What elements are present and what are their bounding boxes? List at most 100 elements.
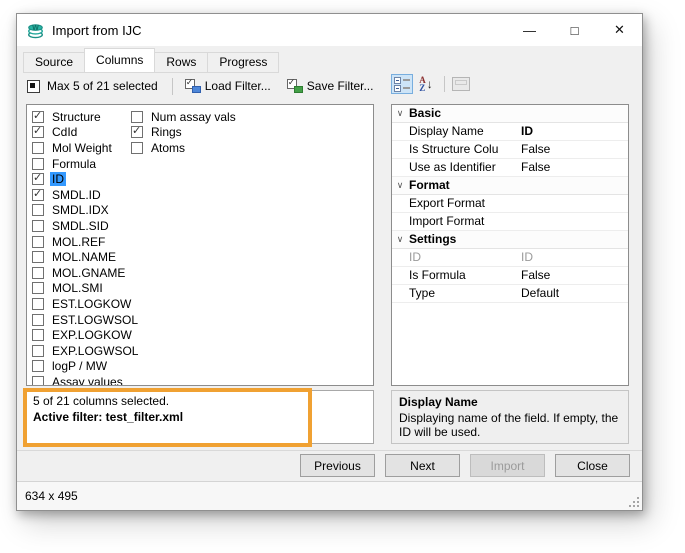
save-filter-button[interactable]: Save Filter... bbox=[284, 77, 377, 95]
column-list-item[interactable]: Atoms bbox=[131, 140, 238, 156]
unchecked-checkbox-icon[interactable] bbox=[32, 298, 44, 310]
property-row[interactable]: Is Structure ColuFalse bbox=[392, 141, 628, 159]
unchecked-checkbox-icon[interactable] bbox=[32, 236, 44, 248]
title-bar[interactable]: W Import from IJC — □ ✕ bbox=[17, 14, 642, 46]
column-item-label[interactable]: Formula bbox=[50, 157, 98, 171]
column-item-label[interactable]: EST.LOGKOW bbox=[50, 297, 133, 311]
unchecked-checkbox-icon[interactable] bbox=[32, 329, 44, 341]
column-item-label[interactable]: CdId bbox=[50, 125, 79, 139]
column-item-label[interactable]: MOL.NAME bbox=[50, 250, 118, 264]
column-item-label[interactable]: Structure bbox=[50, 110, 103, 124]
collapse-chevron-icon[interactable]: ∨ bbox=[392, 177, 408, 194]
column-list-item[interactable]: Rings bbox=[131, 125, 238, 141]
checked-checkbox-icon[interactable] bbox=[32, 126, 44, 138]
column-list-item[interactable]: Formula bbox=[32, 156, 140, 172]
tab-rows[interactable]: Rows bbox=[154, 52, 208, 73]
column-list-item[interactable]: EXP.LOGWSOL bbox=[32, 343, 140, 359]
column-list-item[interactable]: MOL.GNAME bbox=[32, 265, 140, 281]
tab-progress[interactable]: Progress bbox=[207, 52, 279, 73]
unchecked-checkbox-icon[interactable] bbox=[32, 314, 44, 326]
column-list-item[interactable]: CdId bbox=[32, 125, 140, 141]
checked-checkbox-icon[interactable] bbox=[32, 173, 44, 185]
column-item-label[interactable]: SMDL.SID bbox=[50, 219, 111, 233]
column-item-label[interactable]: ID bbox=[50, 172, 66, 186]
column-list-item[interactable]: EST.LOGKOW bbox=[32, 296, 140, 312]
unchecked-checkbox-icon[interactable] bbox=[32, 267, 44, 279]
minimize-icon[interactable]: — bbox=[507, 14, 552, 46]
sort-alphabetical-icon[interactable]: AZ ↓ bbox=[415, 74, 437, 94]
resize-grip[interactable] bbox=[629, 497, 639, 507]
unchecked-checkbox-icon[interactable] bbox=[131, 142, 143, 154]
load-filter-button[interactable]: Load Filter... bbox=[182, 77, 274, 95]
property-group-format[interactable]: ∨Format bbox=[392, 177, 628, 195]
property-value[interactable] bbox=[519, 195, 628, 212]
column-item-label[interactable]: EXP.LOGWSOL bbox=[50, 344, 140, 358]
unchecked-checkbox-icon[interactable] bbox=[32, 204, 44, 216]
property-value[interactable]: Default bbox=[519, 285, 628, 302]
column-item-label[interactable]: EST.LOGWSOL bbox=[50, 313, 140, 327]
close-icon[interactable]: ✕ bbox=[597, 14, 642, 46]
property-value[interactable]: False bbox=[519, 267, 628, 284]
column-item-label[interactable]: logP / MW bbox=[50, 359, 109, 373]
tab-source[interactable]: Source bbox=[23, 52, 85, 73]
property-value[interactable]: ID bbox=[519, 249, 628, 266]
close-button[interactable]: Close bbox=[555, 454, 630, 477]
column-list-item[interactable]: SMDL.SID bbox=[32, 218, 140, 234]
categorized-view-icon[interactable] bbox=[391, 74, 413, 94]
property-row[interactable]: Display NameID bbox=[392, 123, 628, 141]
column-item-label[interactable]: Assay values bbox=[50, 375, 125, 386]
column-item-label[interactable]: MOL.GNAME bbox=[50, 266, 127, 280]
maximize-icon[interactable]: □ bbox=[552, 14, 597, 46]
unchecked-checkbox-icon[interactable] bbox=[32, 345, 44, 357]
column-list-item[interactable]: logP / MW bbox=[32, 359, 140, 375]
column-list-item[interactable]: Structure bbox=[32, 109, 140, 125]
column-item-label[interactable]: Num assay vals bbox=[149, 110, 238, 124]
column-item-label[interactable]: SMDL.IDX bbox=[50, 203, 111, 217]
collapse-chevron-icon[interactable]: ∨ bbox=[392, 105, 408, 122]
column-list-item[interactable]: MOL.NAME bbox=[32, 249, 140, 265]
unchecked-checkbox-icon[interactable] bbox=[32, 220, 44, 232]
checked-checkbox-icon[interactable] bbox=[131, 126, 143, 138]
column-item-label[interactable]: MOL.SMI bbox=[50, 281, 105, 295]
property-row[interactable]: Is FormulaFalse bbox=[392, 267, 628, 285]
property-group-basic[interactable]: ∨Basic bbox=[392, 105, 628, 123]
property-sheet[interactable]: ∨BasicDisplay NameIDIs Structure ColuFal… bbox=[391, 104, 629, 386]
checked-checkbox-icon[interactable] bbox=[32, 189, 44, 201]
unchecked-checkbox-icon[interactable] bbox=[32, 142, 44, 154]
property-row[interactable]: Export Format bbox=[392, 195, 628, 213]
unchecked-checkbox-icon[interactable] bbox=[131, 111, 143, 123]
property-group-settings[interactable]: ∨Settings bbox=[392, 231, 628, 249]
property-row[interactable]: Use as IdentifierFalse bbox=[392, 159, 628, 177]
unchecked-checkbox-icon[interactable] bbox=[32, 376, 44, 386]
column-list-item[interactable]: Num assay vals bbox=[131, 109, 238, 125]
column-list-item[interactable]: MOL.REF bbox=[32, 234, 140, 250]
column-list-item[interactable]: SMDL.IDX bbox=[32, 203, 140, 219]
property-row[interactable]: TypeDefault bbox=[392, 285, 628, 303]
property-value[interactable]: False bbox=[519, 141, 628, 158]
unchecked-checkbox-icon[interactable] bbox=[32, 158, 44, 170]
columns-list-panel[interactable]: StructureCdIdMol WeightFormulaIDSMDL.IDS… bbox=[26, 104, 374, 386]
property-row[interactable]: IDID bbox=[392, 249, 628, 267]
property-row[interactable]: Import Format bbox=[392, 213, 628, 231]
column-list-item[interactable]: SMDL.ID bbox=[32, 187, 140, 203]
column-item-label[interactable]: Atoms bbox=[149, 141, 187, 155]
column-item-label[interactable]: MOL.REF bbox=[50, 235, 107, 249]
column-list-item[interactable]: EXP.LOGKOW bbox=[32, 327, 140, 343]
property-value[interactable] bbox=[519, 213, 628, 230]
column-list-item[interactable]: MOL.SMI bbox=[32, 281, 140, 297]
column-list-item[interactable]: EST.LOGWSOL bbox=[32, 312, 140, 328]
column-item-label[interactable]: Rings bbox=[149, 125, 184, 139]
previous-button[interactable]: Previous bbox=[300, 454, 375, 477]
property-value[interactable]: ID bbox=[519, 123, 628, 140]
unchecked-checkbox-icon[interactable] bbox=[32, 251, 44, 263]
unchecked-checkbox-icon[interactable] bbox=[32, 360, 44, 372]
next-button[interactable]: Next bbox=[385, 454, 460, 477]
column-item-label[interactable]: SMDL.ID bbox=[50, 188, 103, 202]
max-selected-checkbox-icon[interactable] bbox=[27, 80, 40, 93]
unchecked-checkbox-icon[interactable] bbox=[32, 282, 44, 294]
collapse-chevron-icon[interactable]: ∨ bbox=[392, 231, 408, 248]
checked-checkbox-icon[interactable] bbox=[32, 111, 44, 123]
column-list-item[interactable]: Mol Weight bbox=[32, 140, 140, 156]
column-list-item[interactable]: ID bbox=[32, 171, 140, 187]
property-value[interactable]: False bbox=[519, 159, 628, 176]
